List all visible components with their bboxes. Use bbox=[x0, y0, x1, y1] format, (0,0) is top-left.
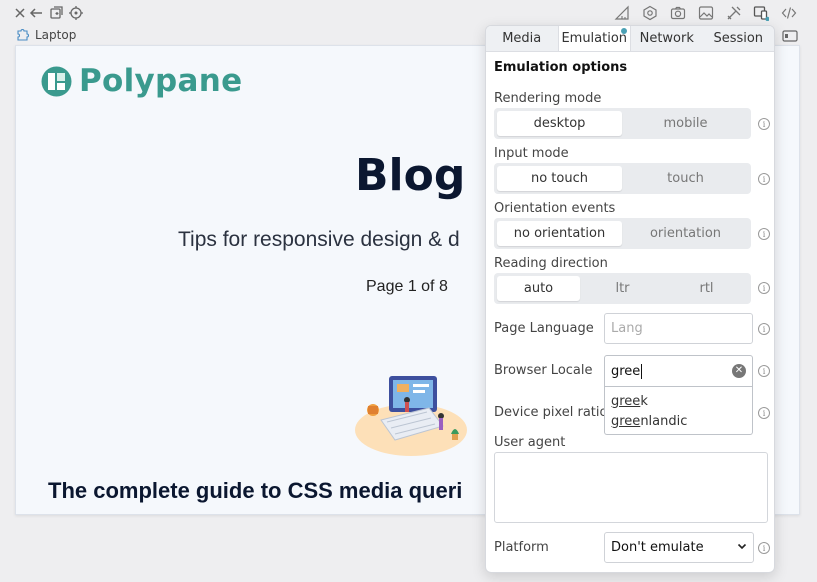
emulation-panel: Media Emulation Network Session Emulatio… bbox=[485, 25, 775, 573]
suggestion-match: gree bbox=[611, 413, 641, 429]
page-indicator: Page 1 of 8 bbox=[366, 278, 448, 295]
pane-label[interactable]: Laptop bbox=[16, 26, 76, 44]
reading-direction-ltr[interactable]: ltr bbox=[581, 276, 664, 301]
page-language-placeholder: Lang bbox=[611, 321, 643, 336]
rendering-mode-label: Rendering mode bbox=[494, 91, 602, 106]
page-title: Blog bbox=[355, 150, 466, 201]
tab-media[interactable]: Media bbox=[486, 26, 558, 51]
info-icon[interactable]: i bbox=[758, 282, 770, 294]
page-subtitle: Tips for responsive design & d bbox=[178, 228, 460, 251]
article-illustration bbox=[355, 376, 467, 456]
info-icon[interactable]: i bbox=[758, 542, 770, 554]
orientation-events-toggle: no orientation orientation bbox=[494, 218, 751, 249]
toolbar bbox=[0, 0, 817, 26]
pane-toggle-icon[interactable] bbox=[782, 28, 798, 42]
locale-suggestions: gree k gree nlandic bbox=[604, 387, 753, 435]
info-icon[interactable]: i bbox=[758, 323, 770, 335]
code-icon[interactable] bbox=[781, 5, 797, 21]
input-mode-no-touch[interactable]: no touch bbox=[497, 166, 622, 191]
close-icon[interactable] bbox=[12, 5, 28, 21]
info-icon[interactable]: i bbox=[758, 228, 770, 240]
info-icon[interactable]: i bbox=[758, 365, 770, 377]
user-agent-textarea[interactable] bbox=[494, 452, 768, 523]
tab-label: Session bbox=[713, 31, 764, 46]
page-language-input[interactable]: Lang bbox=[604, 313, 753, 344]
tab-label: Media bbox=[502, 31, 542, 46]
suggestion-rest: nlandic bbox=[640, 413, 688, 429]
input-mode-touch[interactable]: touch bbox=[623, 166, 748, 191]
locale-suggestion-greek[interactable]: gree k bbox=[605, 391, 752, 411]
pane-label-text: Laptop bbox=[35, 28, 77, 42]
orientation-none[interactable]: no orientation bbox=[497, 221, 622, 246]
image-icon[interactable] bbox=[698, 5, 714, 21]
tab-session[interactable]: Session bbox=[703, 26, 775, 51]
info-icon[interactable]: i bbox=[758, 118, 770, 130]
locale-suggestion-greenlandic[interactable]: gree nlandic bbox=[605, 411, 752, 431]
tab-network[interactable]: Network bbox=[631, 26, 703, 51]
puzzle-icon bbox=[16, 27, 30, 44]
tab-label: Network bbox=[639, 31, 694, 46]
input-mode-label: Input mode bbox=[494, 146, 569, 161]
suggestion-match: gree bbox=[611, 393, 641, 409]
site-logo[interactable]: Polypane bbox=[40, 63, 242, 99]
text-caret bbox=[641, 363, 643, 379]
browser-locale-input[interactable]: gree ✕ bbox=[604, 355, 753, 387]
logo-text: Polypane bbox=[79, 63, 243, 99]
info-icon[interactable]: i bbox=[758, 407, 770, 419]
orientation-enabled[interactable]: orientation bbox=[623, 221, 748, 246]
tab-indicator-dot bbox=[621, 28, 627, 34]
platform-label: Platform bbox=[494, 540, 549, 555]
platform-value: Don't emulate bbox=[611, 540, 704, 555]
browser-locale-label: Browser Locale bbox=[494, 363, 593, 378]
input-mode-toggle: no touch touch bbox=[494, 163, 751, 194]
reading-direction-rtl[interactable]: rtl bbox=[665, 276, 748, 301]
user-agent-label: User agent bbox=[494, 435, 566, 450]
target-icon[interactable] bbox=[68, 5, 84, 21]
duplicate-icon[interactable] bbox=[49, 5, 65, 21]
tools-icon[interactable] bbox=[726, 5, 742, 21]
polypane-logo-icon bbox=[41, 66, 72, 96]
tab-emulation[interactable]: Emulation bbox=[557, 26, 631, 51]
back-arrow-icon[interactable] bbox=[28, 5, 44, 21]
reading-direction-label: Reading direction bbox=[494, 256, 608, 271]
device-emulation-icon[interactable] bbox=[753, 5, 769, 21]
platform-select[interactable]: Don't emulate bbox=[604, 532, 754, 563]
orientation-events-label: Orientation events bbox=[494, 201, 616, 216]
rendering-mode-toggle: desktop mobile bbox=[494, 108, 751, 139]
reading-direction-auto[interactable]: auto bbox=[497, 276, 580, 301]
section-title: Emulation options bbox=[494, 60, 628, 75]
reading-direction-toggle: auto ltr rtl bbox=[494, 273, 751, 304]
article-title[interactable]: The complete guide to CSS media queri bbox=[48, 478, 462, 504]
ruler-icon[interactable] bbox=[614, 5, 630, 21]
rendering-mode-mobile[interactable]: mobile bbox=[623, 111, 748, 136]
camera-icon[interactable] bbox=[670, 5, 686, 21]
hexagon-icon[interactable] bbox=[642, 5, 658, 21]
device-pixel-ratio-label: Device pixel ratio bbox=[494, 405, 608, 420]
browser-locale-value: gree bbox=[611, 363, 641, 379]
page-language-label: Page Language bbox=[494, 321, 594, 336]
rendering-mode-desktop[interactable]: desktop bbox=[497, 111, 622, 136]
panel-tabs: Media Emulation Network Session bbox=[486, 26, 774, 52]
suggestion-rest: k bbox=[640, 393, 648, 409]
chevron-down-icon bbox=[737, 541, 747, 554]
info-icon[interactable]: i bbox=[758, 173, 770, 185]
tab-label: Emulation bbox=[561, 31, 628, 46]
clear-input-icon[interactable]: ✕ bbox=[732, 364, 746, 378]
